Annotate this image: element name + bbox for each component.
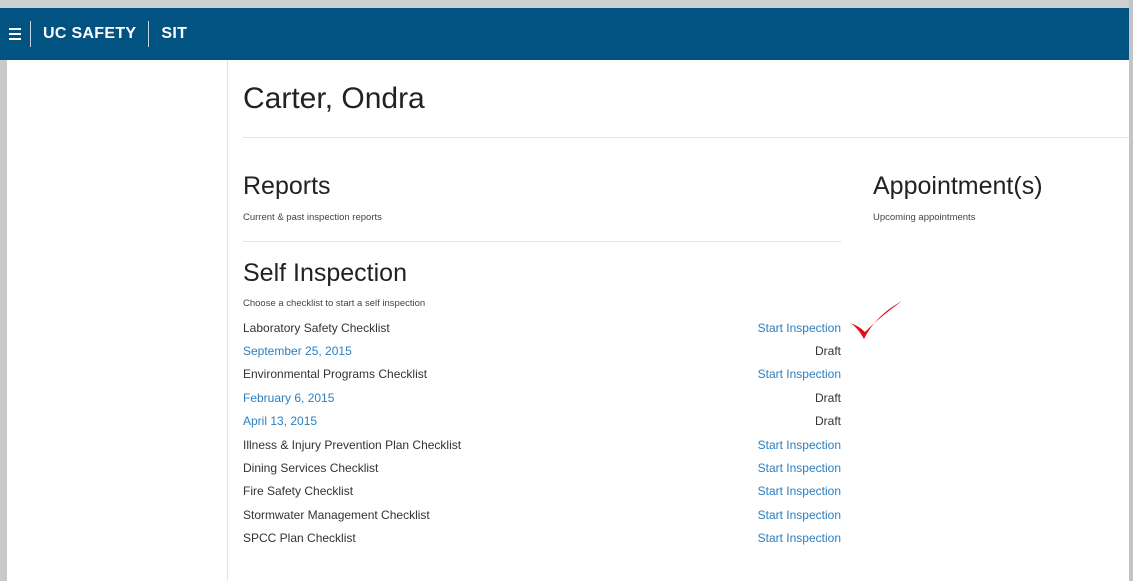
checklist-list: Laboratory Safety Checklist Start Inspec… xyxy=(243,316,841,550)
draft-row: April 13, 2015 Draft xyxy=(243,410,841,433)
draft-date-link[interactable]: September 25, 2015 xyxy=(243,344,352,358)
checklist-name: Fire Safety Checklist xyxy=(243,484,354,499)
window-frame-right xyxy=(1129,0,1133,581)
checklist-name: SPCC Plan Checklist xyxy=(243,531,356,546)
checklist-row: Environmental Programs Checklist Start I… xyxy=(243,363,841,386)
self-inspection-heading: Self Inspection xyxy=(243,259,407,287)
checklist-name: Stormwater Management Checklist xyxy=(243,507,430,522)
checklist-row: Laboratory Safety Checklist Start Inspec… xyxy=(243,316,841,339)
appointments-subtitle: Upcoming appointments xyxy=(873,212,976,223)
draft-status: Draft xyxy=(814,344,841,359)
checklist-name: Environmental Programs Checklist xyxy=(243,367,428,382)
top-navbar: UC SAFETY SIT xyxy=(0,8,1129,60)
draft-status: Draft xyxy=(814,414,841,429)
start-inspection-link[interactable]: Start Inspection xyxy=(758,484,841,498)
reports-heading: Reports xyxy=(243,172,331,200)
brand-link[interactable]: UC SAFETY xyxy=(31,25,148,43)
red-checkmark-icon xyxy=(849,301,902,339)
title-divider xyxy=(243,137,1129,138)
draft-date-link[interactable]: February 6, 2015 xyxy=(243,391,334,405)
start-inspection-link[interactable]: Start Inspection xyxy=(758,508,841,522)
start-inspection-link[interactable]: Start Inspection xyxy=(758,438,841,452)
page-title: Carter, Ondra xyxy=(243,82,425,115)
checklist-name: Illness & Injury Prevention Plan Checkli… xyxy=(243,437,462,452)
start-inspection-link[interactable]: Start Inspection xyxy=(758,461,841,475)
draft-date-link[interactable]: April 13, 2015 xyxy=(243,414,317,428)
checklist-row: Fire Safety Checklist Start Inspection xyxy=(243,480,841,503)
checklist-name: Laboratory Safety Checklist xyxy=(243,320,390,335)
checklist-row: Illness & Injury Prevention Plan Checkli… xyxy=(243,433,841,456)
start-inspection-link[interactable]: Start Inspection xyxy=(758,367,841,381)
checklist-row: SPCC Plan Checklist Start Inspection xyxy=(243,527,841,550)
main-content: Carter, Ondra Reports Current & past ins… xyxy=(228,60,1129,581)
start-inspection-link[interactable]: Start Inspection xyxy=(758,321,841,335)
draft-status: Draft xyxy=(814,390,841,405)
draft-row: September 25, 2015 Draft xyxy=(243,339,841,362)
appointments-heading: Appointment(s) xyxy=(873,172,1043,200)
environment-label[interactable]: SIT xyxy=(149,25,199,43)
checklist-row: Dining Services Checklist Start Inspecti… xyxy=(243,456,841,479)
reports-divider xyxy=(243,241,841,242)
left-sidebar xyxy=(7,60,228,581)
hamburger-menu-icon[interactable] xyxy=(0,8,30,60)
checklist-name: Dining Services Checklist xyxy=(243,461,379,476)
self-inspection-subtitle: Choose a checklist to start a self inspe… xyxy=(243,298,426,309)
start-inspection-link[interactable]: Start Inspection xyxy=(758,531,841,545)
window-frame-top xyxy=(0,0,1133,8)
draft-row: February 6, 2015 Draft xyxy=(243,386,841,409)
reports-subtitle: Current & past inspection reports xyxy=(243,212,382,223)
checklist-row: Stormwater Management Checklist Start In… xyxy=(243,503,841,526)
